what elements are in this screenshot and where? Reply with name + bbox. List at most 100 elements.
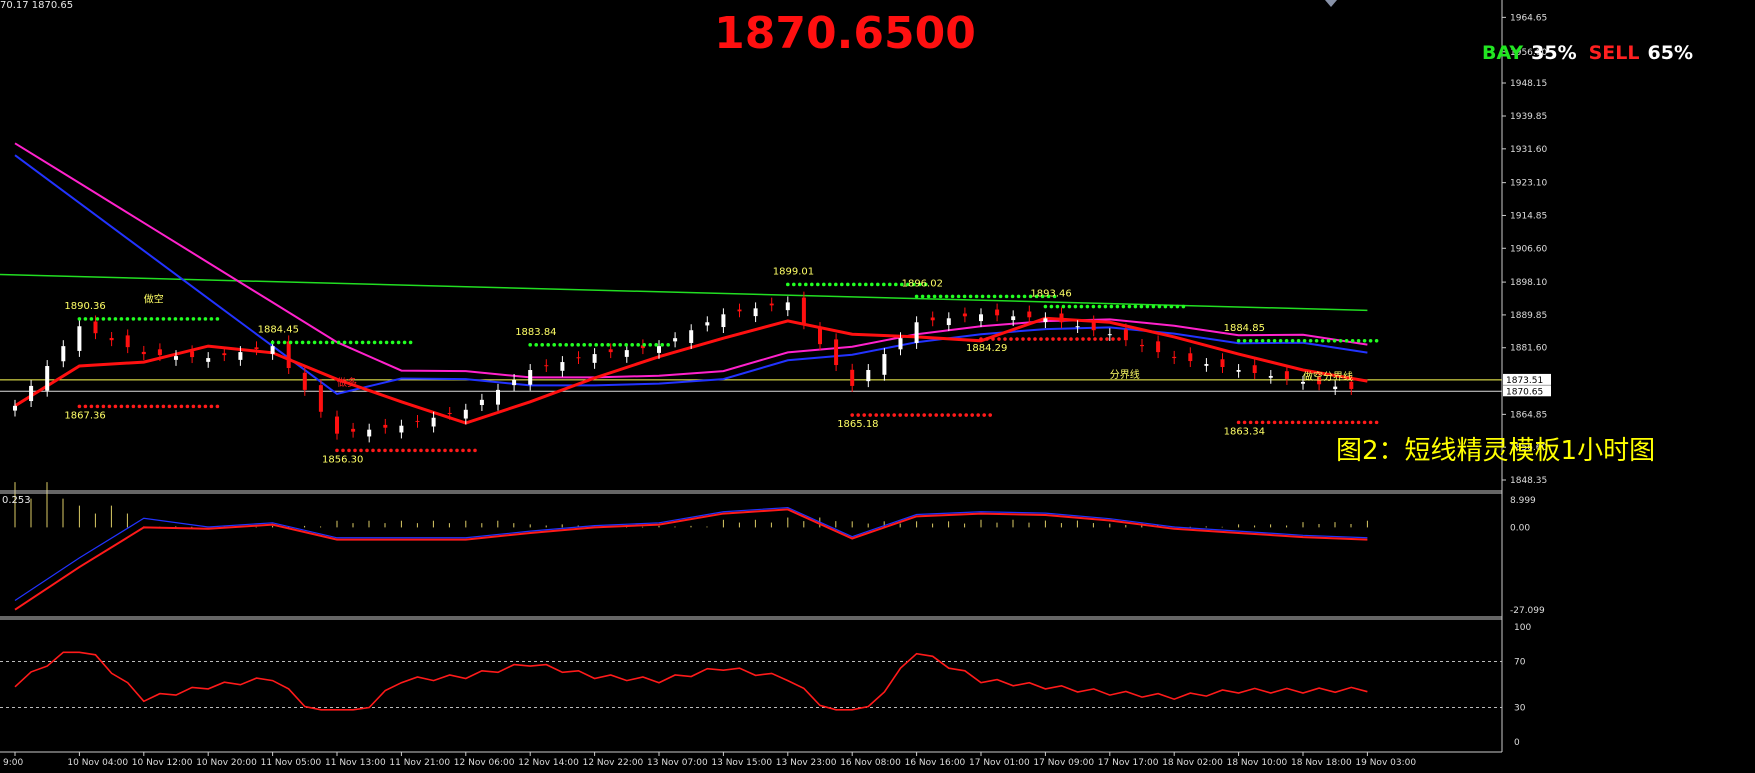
- support-dot: [1093, 337, 1097, 341]
- support-dot: [874, 413, 878, 417]
- price-tick-label: 1948.15: [1510, 79, 1547, 89]
- resistance-dot: [1043, 304, 1048, 309]
- high-label: 1896.02: [902, 278, 943, 289]
- resistance-dot: [354, 340, 359, 345]
- resistance-dot: [894, 282, 898, 287]
- support-dot: [1015, 337, 1019, 341]
- support-dot: [1248, 420, 1253, 425]
- candle-body: [1156, 341, 1161, 353]
- support-dot: [1242, 420, 1247, 425]
- support-dot: [179, 404, 184, 409]
- resistance-dot: [1242, 339, 1247, 343]
- resistance-dot: [1236, 339, 1241, 343]
- candle-body: [560, 362, 565, 371]
- price-tick-label: 1914.85: [1510, 211, 1547, 221]
- support-dot: [964, 413, 968, 417]
- support-dot: [341, 448, 345, 453]
- support-dot: [850, 413, 854, 417]
- support-dot: [1111, 337, 1115, 341]
- price-tick-label: 1889.85: [1510, 311, 1547, 321]
- candle-body: [286, 341, 291, 369]
- support-dot: [449, 448, 453, 453]
- resistance-dot: [77, 317, 82, 321]
- support-dot: [359, 448, 363, 453]
- support-dot: [407, 448, 411, 453]
- resistance-dot: [209, 317, 214, 321]
- price-tick-label: 1906.60: [1510, 244, 1547, 254]
- high-label: 1883.84: [515, 327, 556, 338]
- resistance-dot: [270, 340, 275, 345]
- resistance-dot: [570, 343, 574, 347]
- support-dot: [1063, 337, 1067, 341]
- time-tick-label: 17 Nov 17:00: [1098, 758, 1159, 768]
- resistance-dot: [962, 294, 967, 299]
- signal-label: 做多: [337, 376, 357, 389]
- resistance-dot: [203, 317, 208, 321]
- resistance-dot: [336, 340, 341, 345]
- support-dot: [473, 448, 477, 453]
- resistance-dot: [1061, 304, 1066, 309]
- resistance-dot: [1266, 339, 1271, 343]
- trading-chart[interactable]: 1890.36 1884.45 1883.84 1899.01 1896.02 1893.…: [0, 0, 1755, 773]
- resistance-dot: [944, 294, 949, 299]
- resistance-dot: [107, 317, 112, 321]
- resistance-dot: [582, 343, 586, 347]
- candle-body: [1252, 365, 1257, 373]
- time-tick-label: 12 Nov 22:00: [583, 758, 644, 768]
- resistance-dot: [1314, 339, 1319, 343]
- support-dot: [203, 404, 208, 409]
- resistance-dot: [804, 282, 808, 287]
- time-tick-label: 12 Nov 06:00: [454, 758, 515, 768]
- support-dot: [383, 448, 387, 453]
- resistance-dot: [588, 343, 592, 347]
- resistance-dot: [1085, 304, 1090, 309]
- resistance-dot: [938, 294, 943, 299]
- resistance-dot: [630, 343, 634, 347]
- candle-body: [608, 349, 613, 353]
- support-dot: [982, 413, 986, 417]
- candle-body: [576, 357, 581, 359]
- candle-body: [1075, 326, 1080, 328]
- candle-body: [479, 399, 484, 406]
- rsi-tick-label: 30: [1514, 704, 1526, 714]
- resistance-dot: [546, 343, 550, 347]
- support-dot: [862, 413, 866, 417]
- resistance-dot: [828, 282, 832, 287]
- resistance-dot: [396, 340, 401, 345]
- resistance-dot: [1272, 339, 1277, 343]
- resistance-dot: [300, 340, 305, 345]
- candle-body: [1123, 329, 1128, 341]
- support-dot: [1368, 420, 1373, 425]
- resistance-dot: [552, 343, 556, 347]
- resistance-dot: [1097, 304, 1102, 309]
- support-dot: [946, 413, 950, 417]
- candle-body: [431, 417, 436, 427]
- time-tick-label: 18 Nov 10:00: [1227, 758, 1288, 768]
- support-dot: [1350, 420, 1355, 425]
- candle-body: [61, 346, 66, 362]
- candle-body: [544, 365, 549, 367]
- resistance-dot: [1374, 339, 1379, 343]
- resistance-dot: [342, 340, 347, 345]
- resistance-dot: [864, 282, 868, 287]
- time-tick-label: 17 Nov 09:00: [1033, 758, 1094, 768]
- support-dot: [904, 413, 908, 417]
- resistance-dot: [810, 282, 814, 287]
- support-dot: [997, 337, 1001, 341]
- candle-body: [834, 339, 839, 366]
- support-dot: [1069, 337, 1073, 341]
- support-dot: [413, 448, 417, 453]
- low-label: 1867.36: [64, 410, 105, 421]
- resistance-dot: [149, 317, 154, 321]
- candle-body: [930, 317, 935, 321]
- resistance-dot: [408, 340, 413, 345]
- candle-body: [174, 356, 178, 360]
- resistance-dot: [1091, 304, 1096, 309]
- resistance-dot: [914, 294, 919, 299]
- support-dot: [107, 404, 112, 409]
- resistance-dot: [324, 340, 329, 345]
- support-dot: [419, 448, 423, 453]
- candle-body: [77, 326, 82, 351]
- support-dot: [161, 404, 166, 409]
- support-dot: [976, 413, 980, 417]
